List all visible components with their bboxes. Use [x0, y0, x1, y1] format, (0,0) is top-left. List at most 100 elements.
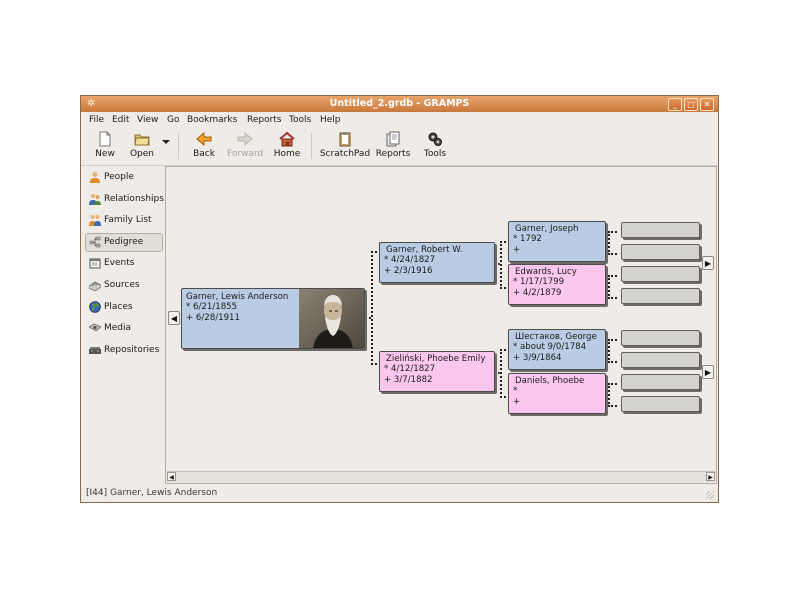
sidebar-item-events[interactable]: Events: [84, 254, 164, 276]
sidebar-item-pedigree[interactable]: Pedigree: [84, 232, 164, 255]
person-box-paternal-grandmother[interactable]: Edwards, Lucy * 1/17/1799 + 4/2/1879: [508, 264, 606, 305]
person-death: + 3/9/1864: [513, 352, 562, 363]
connector-line: [608, 383, 617, 407]
connector-line: [608, 231, 617, 255]
sidebar-item-sources[interactable]: Sources: [84, 276, 164, 298]
sidebar-item-label: Family List: [104, 215, 152, 226]
menu-bookmarks[interactable]: Bookmarks: [187, 115, 237, 125]
events-calendar-icon: [89, 258, 101, 269]
home-button[interactable]: Home: [272, 131, 302, 159]
reports-icon: [386, 131, 400, 147]
navigate-right-arrow-button[interactable]: ▶: [702, 256, 714, 270]
person-box-mother[interactable]: Zieliński, Phoebe Emily * 4/12/1827 + 3/…: [379, 351, 495, 392]
scroll-left-arrow[interactable]: ◀: [167, 472, 176, 481]
empty-person-slot[interactable]: [621, 288, 700, 304]
horizontal-scrollbar[interactable]: ◀ ▶: [167, 471, 715, 482]
open-button[interactable]: Open: [127, 131, 157, 159]
sidebar-item-label: Sources: [104, 279, 140, 290]
scratchpad-label: ScratchPad: [319, 149, 371, 159]
person-name: Edwards, Lucy: [515, 267, 577, 277]
repositories-archive-icon: [89, 346, 101, 354]
navigate-right-arrow-button[interactable]: ▶: [702, 365, 714, 379]
person-death: + 3/7/1882: [384, 374, 433, 385]
navigate-left-arrow-button[interactable]: ◀: [168, 311, 180, 325]
menu-reports[interactable]: Reports: [247, 115, 282, 125]
person-birth: * about 9/0/1784: [513, 342, 587, 353]
empty-person-slot[interactable]: [621, 330, 700, 346]
tools-button[interactable]: Tools: [421, 131, 449, 159]
sidebar-item-label: Relationships: [104, 193, 164, 204]
maximize-button[interactable]: □: [684, 98, 698, 111]
forward-button[interactable]: Forward: [227, 131, 263, 159]
open-label: Open: [129, 149, 155, 159]
clipboard-icon: [339, 132, 351, 147]
sidebar-item-family-list[interactable]: Family List: [84, 211, 164, 233]
person-box-root[interactable]: Garner, Lewis Anderson * 6/21/1855 + 6/2…: [181, 288, 365, 349]
sidebar-item-people[interactable]: People: [84, 168, 164, 190]
sidebar-item-repositories[interactable]: Repositories: [84, 341, 164, 363]
forward-arrow-icon: [237, 131, 253, 147]
home-label: Home: [273, 149, 301, 159]
person-death: + 2/3/1916: [384, 265, 433, 276]
menu-file[interactable]: File: [89, 115, 104, 125]
close-button[interactable]: ✕: [700, 98, 714, 111]
person-name: Шестаков, George: [515, 332, 597, 342]
empty-person-slot[interactable]: [621, 374, 700, 390]
sidebar-item-places[interactable]: Places: [84, 298, 164, 320]
scratchpad-button[interactable]: ScratchPad: [319, 131, 371, 159]
pedigree-view: Garner, Lewis Anderson * 6/21/1855 + 6/2…: [165, 166, 717, 484]
toolbar-separator: [311, 133, 312, 159]
places-globe-icon: [89, 300, 101, 313]
menu-go[interactable]: Go: [167, 115, 179, 125]
person-birth: * 4/24/1827: [384, 255, 436, 266]
open-dropdown-button[interactable]: [161, 138, 171, 148]
menu-help[interactable]: Help: [320, 115, 341, 125]
person-birth: * 1/17/1799: [513, 277, 565, 288]
tools-label: Tools: [423, 149, 447, 159]
menu-bar: File Edit View Go Bookmarks Reports Tool…: [81, 113, 718, 128]
open-folder-icon: [134, 134, 150, 146]
toolbar: New Open Back Forward Home ScratchPad Re…: [81, 128, 718, 166]
person-box-paternal-grandfather[interactable]: Garner, Joseph * 1792 +: [508, 221, 606, 262]
resize-grip[interactable]: [706, 491, 714, 499]
forward-label: Forward: [227, 149, 264, 159]
back-button[interactable]: Back: [190, 131, 218, 159]
reports-button[interactable]: Reports: [374, 131, 412, 159]
new-button[interactable]: New: [94, 131, 116, 159]
tools-gears-icon: [428, 132, 442, 146]
minimize-button[interactable]: _: [668, 98, 682, 111]
empty-person-slot[interactable]: [621, 244, 700, 260]
person-name: Zieliński, Phoebe Emily: [386, 354, 486, 364]
new-label: New: [95, 149, 115, 159]
person-box-father[interactable]: Garner, Robert W. * 4/24/1827 + 2/3/1916: [379, 242, 495, 283]
menu-view[interactable]: View: [137, 115, 158, 125]
connector-line: [608, 275, 617, 299]
sidebar-item-media[interactable]: Media: [84, 319, 164, 341]
sidebar: People Relationships Family List Pedigre…: [84, 168, 164, 362]
sources-book-icon: [89, 281, 101, 291]
family-list-icon: [89, 215, 101, 227]
sidebar-item-relationships[interactable]: Relationships: [84, 190, 164, 212]
sidebar-item-label: People: [104, 172, 134, 182]
menu-edit[interactable]: Edit: [112, 115, 129, 125]
sidebar-item-label: Places: [104, 301, 133, 312]
person-box-maternal-grandmother[interactable]: Daniels, Phoebe * +: [508, 373, 606, 414]
status-bar-text: [I44] Garner, Lewis Anderson: [86, 488, 218, 498]
person-birth: *: [513, 386, 518, 397]
empty-person-slot[interactable]: [621, 396, 700, 412]
sidebar-item-label: Media: [104, 323, 132, 334]
media-camera-icon: [89, 323, 101, 332]
scroll-right-arrow[interactable]: ▶: [706, 472, 715, 481]
person-box-maternal-grandfather[interactable]: Шестаков, George * about 9/0/1784 + 3/9/…: [508, 329, 606, 370]
empty-person-slot[interactable]: [621, 222, 700, 238]
person-death: +: [513, 396, 521, 407]
menu-tools[interactable]: Tools: [289, 115, 311, 125]
title-bar[interactable]: ✲ Untitled_2.grdb - GRAMPS _ □ ✕: [81, 96, 718, 112]
chevron-down-icon: [162, 140, 170, 144]
sidebar-item-label: Pedigree: [104, 236, 144, 247]
back-label: Back: [193, 149, 215, 159]
empty-person-slot[interactable]: [621, 266, 700, 282]
person-death: + 4/2/1879: [513, 287, 562, 298]
person-birth: * 4/12/1827: [384, 364, 436, 375]
empty-person-slot[interactable]: [621, 352, 700, 368]
